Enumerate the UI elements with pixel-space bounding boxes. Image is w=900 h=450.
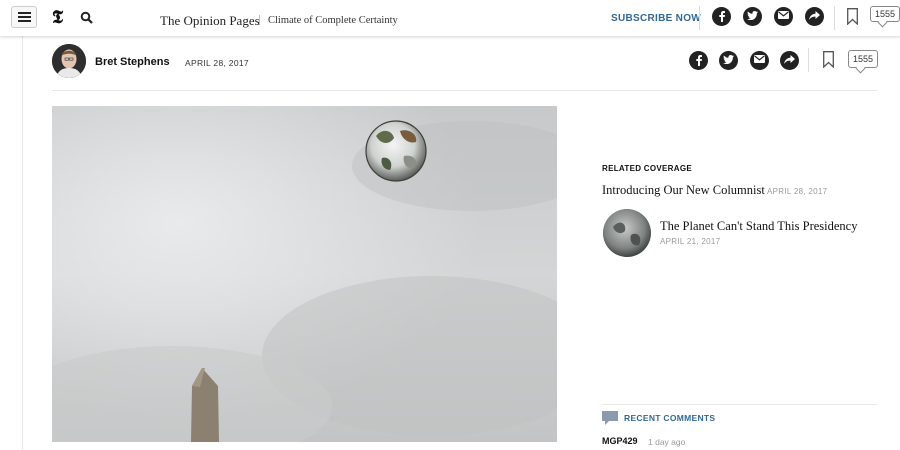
section-name[interactable]: The Opinion Pages (160, 13, 260, 29)
search-icon[interactable] (80, 11, 94, 25)
header-separator (834, 6, 835, 30)
author-avatar[interactable] (52, 44, 86, 78)
byline-separator (808, 48, 809, 72)
globe-balloon (365, 120, 427, 182)
comment-count-button[interactable]: 1555 (870, 6, 900, 22)
email-icon[interactable] (774, 7, 793, 26)
related-item-date: APRIL 21, 2017 (660, 237, 721, 246)
publish-date: APRIL 28, 2017 (185, 58, 249, 68)
nyt-logo[interactable]: 𝕿 (52, 8, 63, 26)
twitter-icon[interactable] (743, 7, 762, 26)
email-icon[interactable] (750, 51, 769, 70)
subscribe-button[interactable]: SUBSCRIBE NOW (611, 13, 701, 24)
top-bar: 𝕿 The Opinion Pages Climate of Complete … (0, 0, 900, 36)
byline-divider (52, 90, 877, 91)
header-divider (259, 15, 260, 25)
share-icon[interactable] (805, 7, 824, 26)
author-name[interactable]: Bret Stephens (95, 56, 170, 68)
hero-photo (52, 106, 557, 442)
comment-username[interactable]: MGP429 (602, 436, 638, 446)
bookmark-icon[interactable] (847, 8, 858, 26)
related-item-link[interactable]: The Planet Can't Stand This Presidency (660, 219, 857, 234)
comment-count-button[interactable]: 1555 (848, 50, 878, 68)
comments-divider (602, 404, 877, 405)
related-item-thumbnail[interactable] (603, 209, 651, 257)
comment-bubble-icon (602, 411, 618, 425)
facebook-icon[interactable] (689, 51, 708, 70)
header-separator (699, 6, 700, 30)
menu-button[interactable] (11, 6, 37, 28)
share-icon[interactable] (780, 51, 799, 70)
article-short-title: Climate of Complete Certainty (268, 15, 398, 26)
related-item-link[interactable]: Introducing Our New Columnist (602, 183, 765, 198)
recent-comments-heading[interactable]: RECENT COMMENTS (624, 413, 715, 423)
bookmark-icon[interactable] (823, 51, 834, 69)
twitter-icon[interactable] (719, 51, 738, 70)
comment-timestamp: 1 day ago (648, 437, 686, 447)
related-coverage-heading: RELATED COVERAGE (602, 164, 692, 173)
left-rail-rule (22, 36, 23, 450)
facebook-icon[interactable] (712, 7, 731, 26)
related-item-date: APRIL 28, 2017 (767, 187, 828, 196)
